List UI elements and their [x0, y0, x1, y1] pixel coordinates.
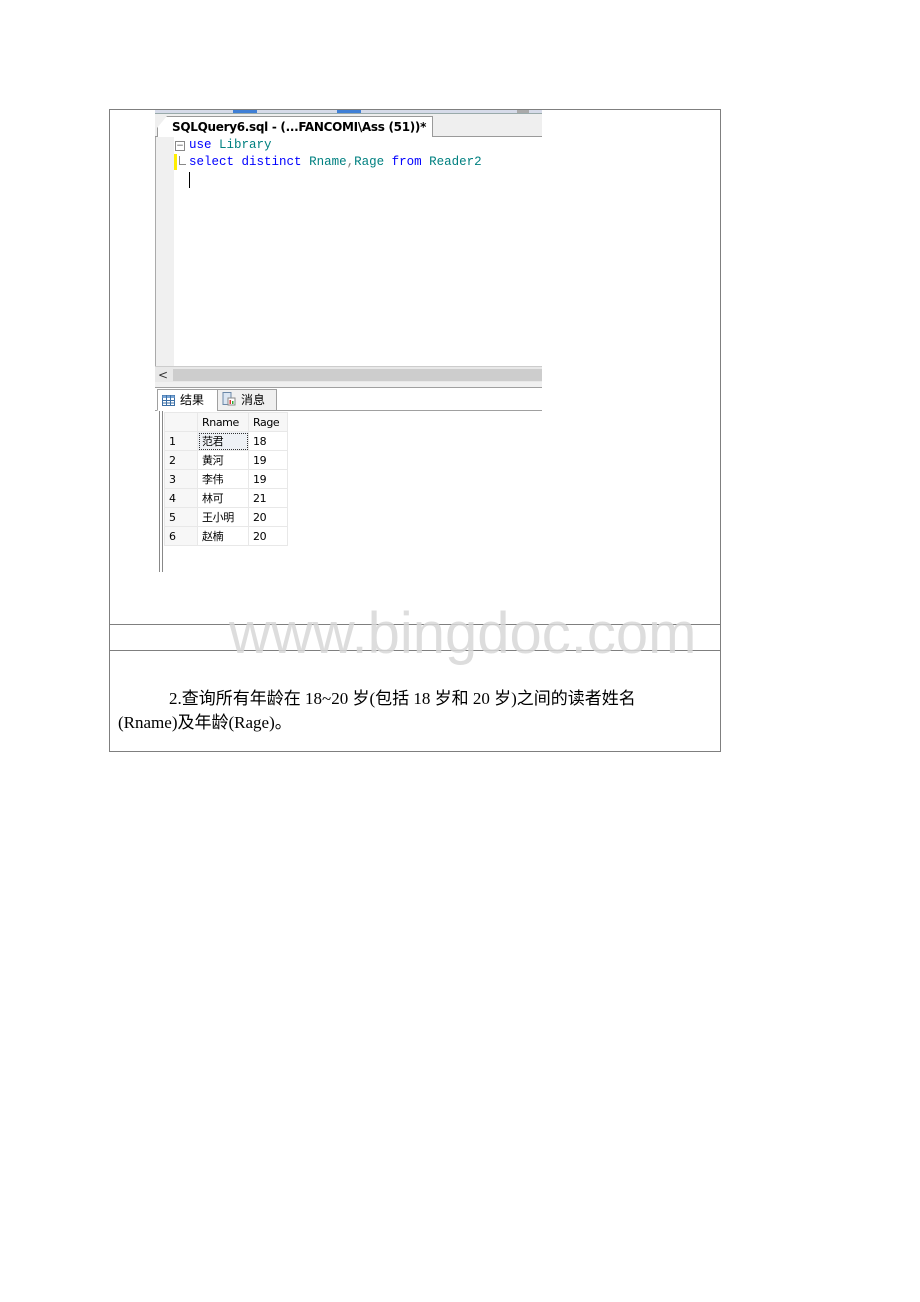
results-table: Rname Rage 1 范君 18 2 黄河 19 3 李伟 19 4 林可 21 5 王小明 20 6 赵楠…: [164, 412, 288, 546]
cell-rname[interactable]: 王小明: [197, 507, 249, 527]
column-header-rname[interactable]: Rname: [197, 412, 249, 432]
row-number[interactable]: 1: [164, 431, 198, 451]
tab-results-label: 结果: [180, 393, 205, 407]
text-caret: [189, 172, 190, 188]
cell-rage[interactable]: 18: [248, 431, 288, 451]
ssms-screenshot: SQLQuery6.sql - (...FANCOMI\Ass (51))* −…: [155, 110, 543, 572]
cell-rname[interactable]: 赵楠: [197, 526, 249, 546]
question-line-2: (Rname)及年龄(Rage)。: [118, 713, 292, 732]
document-tab-bar: SQLQuery6.sql - (...FANCOMI\Ass (51))*: [155, 114, 542, 138]
cell-rname[interactable]: 黄河: [197, 450, 249, 470]
tab-results[interactable]: 结果: [157, 389, 223, 411]
tab-messages-label: 消息: [241, 393, 266, 407]
code-token: from: [391, 155, 422, 169]
cell-rage[interactable]: 19: [248, 469, 288, 489]
question-line-1: 2.查询所有年龄在 18~20 岁(包括 18 岁和 20 岁)之间的读者姓名: [169, 689, 636, 708]
cell-rage[interactable]: 21: [248, 488, 288, 508]
code-token: Library: [219, 138, 272, 152]
table-row-question: 2.查询所有年龄在 18~20 岁(包括 18 岁和 20 岁)之间的读者姓名 …: [110, 651, 720, 751]
table-row-empty: [110, 625, 720, 651]
table-row[interactable]: 6 赵楠 20: [164, 526, 288, 546]
row-number[interactable]: 2: [164, 450, 198, 470]
messages-icon: [222, 392, 236, 412]
query-tab[interactable]: SQLQuery6.sql - (...FANCOMI\Ass (51))*: [157, 116, 434, 138]
code-token: select: [189, 155, 235, 169]
code-token: Rage: [354, 155, 385, 169]
changed-line-marker: [174, 154, 177, 170]
cell-rage[interactable]: 19: [248, 450, 288, 470]
row-number[interactable]: 5: [164, 507, 198, 527]
row-number[interactable]: 3: [164, 469, 198, 489]
column-header-rage[interactable]: Rage: [248, 412, 288, 432]
table-row[interactable]: 4 林可 21: [164, 488, 288, 508]
document-table: SQLQuery6.sql - (...FANCOMI\Ass (51))* −…: [109, 109, 721, 752]
table-row[interactable]: 2 黄河 19: [164, 450, 288, 470]
collapse-icon[interactable]: −: [175, 141, 185, 151]
scroll-left-arrow-icon[interactable]: <: [158, 367, 168, 383]
grid-icon: [162, 392, 175, 412]
horizontal-scrollbar[interactable]: <: [155, 366, 542, 383]
code-token: use: [189, 138, 212, 152]
table-row[interactable]: 5 王小明 20: [164, 507, 288, 527]
tab-messages[interactable]: 消息: [217, 389, 277, 411]
results-grid: Rname Rage 1 范君 18 2 黄河 19 3 李伟 19 4 林可 21 5 王小明 20 6 赵楠…: [159, 411, 543, 572]
cell-rname[interactable]: 范君: [197, 431, 249, 451]
sql-editor[interactable]: − use Library select distinct Rname,Rage…: [155, 137, 543, 366]
cell-rname[interactable]: 李伟: [197, 469, 249, 489]
question-text: 2.查询所有年龄在 18~20 岁(包括 18 岁和 20 岁)之间的读者姓名 …: [118, 687, 708, 735]
code-token: ,: [346, 155, 355, 169]
fold-line: [179, 156, 186, 165]
results-tab-bar: 结果 消息: [155, 388, 542, 411]
editor-gutter: [156, 137, 174, 366]
table-row-screenshot: SQLQuery6.sql - (...FANCOMI\Ass (51))* −…: [110, 110, 720, 625]
table-row[interactable]: 3 李伟 19: [164, 469, 288, 489]
table-row[interactable]: 1 范君 18: [164, 431, 288, 451]
code-line-1: use Library: [189, 137, 272, 154]
scrollbar-thumb[interactable]: [173, 369, 542, 381]
cell-rage[interactable]: 20: [248, 526, 288, 546]
header-row: Rname Rage: [164, 412, 288, 432]
cell-rname[interactable]: 林可: [197, 488, 249, 508]
row-number[interactable]: 4: [164, 488, 198, 508]
code-token: distinct: [241, 155, 302, 169]
code-line-2: select distinct Rname,Rage from Reader2: [189, 154, 482, 171]
code-token: Reader2: [429, 155, 482, 169]
row-number-header: [164, 412, 198, 432]
row-number[interactable]: 6: [164, 526, 198, 546]
code-token: Rname: [309, 155, 347, 169]
cell-rage[interactable]: 20: [248, 507, 288, 527]
